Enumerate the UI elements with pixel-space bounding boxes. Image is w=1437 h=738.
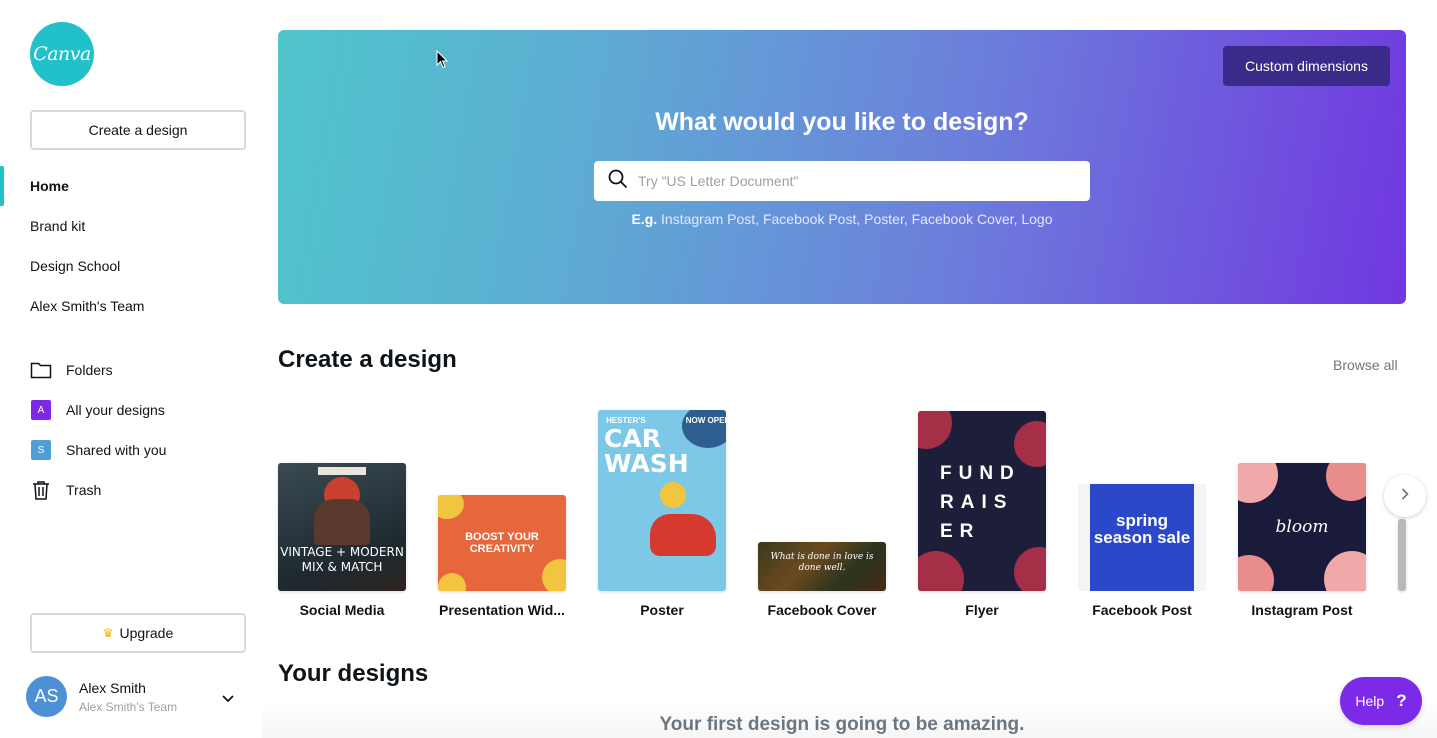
thumb-flower-4: [1014, 547, 1046, 591]
help-label: Help: [1355, 693, 1385, 709]
thumb-car: [650, 514, 716, 556]
thumb-blob-2: [542, 559, 566, 591]
help-button[interactable]: Help ?: [1340, 677, 1422, 725]
search-input[interactable]: [638, 173, 1078, 189]
browse-all-link[interactable]: Browse all: [1333, 357, 1398, 373]
chevron-down-icon[interactable]: [222, 690, 234, 708]
thumb-banner: [318, 467, 366, 475]
folder-icon: [30, 359, 52, 381]
sidebar: Canva Create a design Home Brand kit Des…: [0, 0, 262, 738]
example-poster[interactable]: Poster: [864, 211, 904, 227]
thumb-flower-1: [918, 411, 952, 449]
upgrade-button[interactable]: ♛ Upgrade: [30, 613, 246, 653]
search-icon: [608, 169, 628, 194]
nav-shared[interactable]: S Shared with you: [30, 439, 166, 461]
card-label-facebook-post: Facebook Post: [1092, 602, 1192, 618]
badge-a-icon: A: [30, 399, 52, 421]
empty-designs-message: Your first design is going to be amazing…: [659, 714, 1025, 735]
nav-folders-label: Folders: [66, 362, 113, 378]
examples-prefix: E.g.: [631, 211, 658, 227]
chevron-right-icon: [1401, 487, 1409, 505]
card-label-instagram-post: Instagram Post: [1251, 602, 1353, 618]
nav-team[interactable]: Alex Smith's Team: [30, 298, 144, 314]
thumb-rose-3: [1238, 555, 1274, 591]
flyer-thumb-text: FUND RAIS ER: [940, 463, 1021, 542]
thumb-sponge: [660, 482, 686, 508]
card-label-poster: Poster: [640, 602, 684, 618]
social-media-thumbnail: VINTAGE + MODERN MIX & MATCH: [278, 463, 406, 591]
carousel-next-button[interactable]: [1384, 475, 1426, 517]
question-icon: ?: [1396, 691, 1407, 710]
card-label-social-media: Social Media: [299, 602, 385, 618]
create-design-heading: Create a design: [278, 346, 457, 373]
your-designs-heading: Your designs: [278, 660, 429, 687]
canva-logo[interactable]: Canva: [30, 22, 94, 86]
badge-a-letter: A: [31, 400, 51, 420]
nav-design-school[interactable]: Design School: [30, 258, 120, 274]
instagram-post-thumbnail: bloom: [1238, 463, 1366, 591]
presentation-thumbnail: BOOST YOUR CREATIVITY: [438, 495, 566, 591]
user-menu[interactable]: AS Alex Smith Alex Smith's Team: [26, 676, 246, 717]
user-name: Alex Smith: [79, 679, 146, 696]
thumb-flower-3: [918, 551, 964, 591]
badge-s-icon: S: [30, 439, 52, 461]
example-facebook-post[interactable]: Facebook Post: [763, 211, 856, 227]
thumb-rose-2: [1326, 463, 1366, 501]
thumb-blob-3: [438, 573, 466, 591]
card-label-presentation: Presentation Wid...: [439, 602, 565, 618]
nav-home[interactable]: Home: [30, 178, 69, 194]
facebook-cover-thumbnail: What is done in love is done well.: [758, 542, 886, 591]
card-label-flyer: Flyer: [965, 602, 999, 618]
trash-icon: [30, 479, 52, 501]
facebook-post-thumb-text: spring season sale: [1093, 511, 1191, 547]
example-logo[interactable]: Logo: [1021, 211, 1052, 227]
user-team: Alex Smith's Team: [79, 699, 178, 714]
facebook-cover-thumb-text: What is done in love is done well.: [770, 552, 874, 573]
instagram-thumb-text: bloom: [1275, 517, 1329, 537]
thumb-rose-4: [1324, 551, 1366, 591]
nav-shared-label: Shared with you: [66, 442, 167, 458]
example-facebook-cover[interactable]: Facebook Cover: [912, 211, 1014, 227]
crown-icon: ♛: [102, 626, 114, 640]
next-card-peek: [1398, 519, 1406, 591]
upgrade-label: Upgrade: [119, 625, 174, 641]
nav-brand-kit[interactable]: Brand kit: [30, 218, 85, 234]
custom-dimensions-button[interactable]: Custom dimensions: [1223, 46, 1390, 86]
thumb-person: [314, 499, 370, 545]
facebook-post-thumbnail: spring season sale: [1078, 484, 1206, 591]
thumb-blob-1: [438, 495, 464, 519]
poster-title-text: CAR WASH: [604, 424, 689, 478]
presentation-thumb-text: BOOST YOUR CREATIVITY: [465, 531, 539, 555]
poster-badge: NOW OPEN: [682, 410, 726, 448]
poster-thumbnail: NOW OPEN HESTER'S CAR WASH: [598, 410, 726, 591]
example-instagram-post[interactable]: Instagram Post: [661, 211, 755, 227]
nav-all-designs-label: All your designs: [66, 402, 165, 418]
badge-s-letter: S: [31, 440, 51, 460]
social-thumb-text: VINTAGE + MODERN MIX & MATCH: [280, 545, 404, 574]
nav-folders[interactable]: Folders: [30, 359, 113, 381]
design-search-box[interactable]: [594, 161, 1090, 201]
thumb-rose-1: [1238, 463, 1278, 503]
create-design-button[interactable]: Create a design: [30, 110, 246, 150]
flyer-thumbnail: FUND RAIS ER: [918, 411, 1046, 591]
mouse-pointer-icon: [436, 49, 449, 74]
user-text: Alex Smith Alex Smith's Team: [79, 680, 177, 714]
nav-all-designs[interactable]: A All your designs: [30, 399, 165, 421]
avatar: AS: [26, 676, 67, 717]
active-nav-indicator: [0, 166, 4, 206]
card-label-facebook-cover: Facebook Cover: [767, 602, 877, 618]
canva-home-page: Canva Create a design Home Brand kit Des…: [0, 0, 1437, 738]
hero-title: What would you like to design?: [655, 108, 1029, 136]
nav-trash-label: Trash: [66, 482, 102, 498]
search-examples: E.g. Instagram Post, Facebook Post, Post…: [631, 211, 1053, 227]
nav-trash[interactable]: Trash: [30, 479, 101, 501]
